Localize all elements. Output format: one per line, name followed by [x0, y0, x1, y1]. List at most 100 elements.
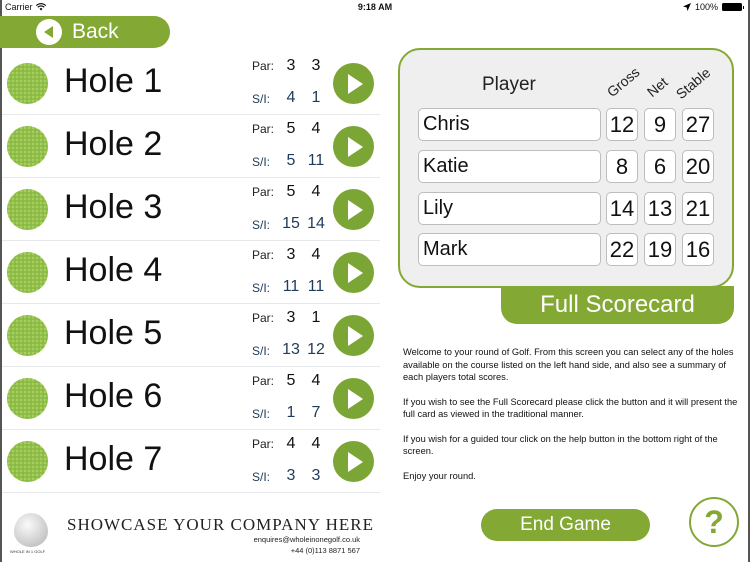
sponsor-banner: WHOLE IN 1 GOLF SHOWCASE YOUR COMPANY HE… — [2, 505, 380, 562]
hole-name: Hole 4 — [64, 251, 163, 289]
column-header-player: Player — [482, 74, 536, 95]
stroke-index-value-2: 1 — [311, 89, 321, 106]
stroke-index-value-1: 5 — [286, 152, 296, 169]
hole-name: Hole 2 — [64, 125, 163, 163]
play-hole-button[interactable] — [333, 189, 374, 230]
sponsor-phone: +44 (0)113 8871 567 — [290, 546, 360, 555]
par-value-1: 3 — [286, 309, 296, 326]
par-label: Par: — [252, 248, 275, 262]
back-button-label: Back — [72, 20, 119, 43]
stableford-score: 20 — [682, 150, 714, 183]
back-button[interactable]: Back — [0, 16, 170, 48]
status-bar: Carrier 9:18 AM 100% — [0, 0, 750, 16]
info-paragraph: If you wish to see the Full Scorecard pl… — [403, 396, 738, 420]
stroke-index-label: S/I: — [252, 155, 271, 169]
gross-score: 8 — [606, 150, 638, 183]
par-value-1: 5 — [286, 120, 296, 137]
play-hole-button[interactable] — [333, 441, 374, 482]
back-arrow-icon — [36, 19, 62, 45]
play-hole-button[interactable] — [333, 252, 374, 293]
stroke-index-label: S/I: — [252, 470, 271, 484]
stroke-index-label: S/I: — [252, 218, 271, 232]
stroke-index-value-2: 11 — [307, 152, 325, 169]
par-value-2: 4 — [311, 120, 321, 137]
player-name-field: Katie — [418, 150, 601, 183]
par-value-1: 3 — [286, 57, 296, 74]
hole-name: Hole 1 — [64, 62, 163, 100]
full-scorecard-button[interactable]: Full Scorecard — [501, 286, 734, 324]
par-label: Par: — [252, 59, 275, 73]
hole-name: Hole 7 — [64, 440, 163, 478]
battery-percent: 100% — [694, 2, 718, 12]
player-name-field: Lily — [418, 192, 601, 225]
hole-row[interactable]: Hole 7 Par: 4 4 S/I: 3 3 — [2, 430, 380, 493]
par-value-2: 4 — [311, 435, 321, 452]
holes-list[interactable]: Hole 1 Par: 3 3 S/I: 4 1 Hole 2 Par: 5 4 S/I: 5 11 Hol… — [2, 52, 380, 502]
golf-ball-icon — [7, 441, 48, 482]
stroke-index-label: S/I: — [252, 344, 271, 358]
golf-ball-icon — [7, 378, 48, 419]
player-score-row: Mark 22 19 16 — [418, 233, 730, 267]
stroke-index-value-2: 14 — [307, 215, 325, 232]
play-hole-button[interactable] — [333, 378, 374, 419]
stableford-score: 21 — [682, 192, 714, 225]
hole-row[interactable]: Hole 3 Par: 5 4 S/I: 15 14 — [2, 178, 380, 241]
stroke-index-label: S/I: — [252, 407, 271, 421]
par-value-2: 4 — [311, 372, 321, 389]
par-value-1: 4 — [286, 435, 296, 452]
net-score: 6 — [644, 150, 676, 183]
end-game-button[interactable]: End Game — [481, 509, 650, 541]
status-right: 100% — [682, 2, 744, 12]
battery-icon — [722, 3, 744, 11]
par-label: Par: — [252, 311, 275, 325]
play-hole-button[interactable] — [333, 315, 374, 356]
sponsor-title: SHOWCASE YOUR COMPANY HERE — [67, 515, 375, 534]
golf-ball-icon — [7, 252, 48, 293]
stroke-index-value-1: 1 — [286, 404, 296, 421]
column-header-stable: Stable — [672, 64, 714, 102]
hole-name: Hole 5 — [64, 314, 163, 352]
clock: 9:18 AM — [357, 2, 393, 12]
stroke-index-value-2: 7 — [311, 404, 321, 421]
par-label: Par: — [252, 374, 275, 388]
location-arrow-icon — [682, 3, 691, 11]
golf-ball-icon — [7, 63, 48, 104]
hole-row[interactable]: Hole 6 Par: 5 4 S/I: 1 7 — [2, 367, 380, 430]
hole-row[interactable]: Hole 5 Par: 3 1 S/I: 13 12 — [2, 304, 380, 367]
play-hole-button[interactable] — [333, 126, 374, 167]
help-button[interactable]: ? — [689, 497, 739, 547]
par-value-2: 4 — [311, 246, 321, 263]
par-value-2: 4 — [311, 183, 321, 200]
hole-row[interactable]: Hole 4 Par: 3 4 S/I: 11 11 — [2, 241, 380, 304]
golf-ball-icon — [7, 189, 48, 230]
net-score: 13 — [644, 192, 676, 225]
column-header-gross: Gross — [603, 63, 643, 100]
gross-score: 14 — [606, 192, 638, 225]
par-label: Par: — [252, 122, 275, 136]
stroke-index-value-1: 13 — [282, 341, 300, 358]
net-score: 19 — [644, 233, 676, 266]
player-name-field: Mark — [418, 233, 601, 266]
stroke-index-value-1: 4 — [286, 89, 296, 106]
par-value-1: 3 — [286, 246, 296, 263]
hole-row-partial — [2, 493, 380, 502]
stroke-index-value-1: 11 — [282, 278, 300, 295]
player-score-row: Lily 14 13 21 — [418, 192, 730, 226]
player-score-row: Katie 8 6 20 — [418, 150, 730, 184]
hole-row[interactable]: Hole 2 Par: 5 4 S/I: 5 11 — [2, 115, 380, 178]
golf-ball-icon — [7, 315, 48, 356]
play-hole-button[interactable] — [333, 63, 374, 104]
golf-ball-logo-icon — [14, 513, 48, 547]
hole-row[interactable]: Hole 1 Par: 3 3 S/I: 4 1 — [2, 52, 380, 115]
scores-summary-panel: Player Gross Net Stable Chris 12 9 27 Katie 8… — [398, 48, 734, 288]
sponsor-email: enquires@wholeinonegolf.co.uk — [253, 535, 360, 544]
stroke-index-value-1: 3 — [286, 467, 296, 484]
stroke-index-value-1: 15 — [282, 215, 300, 232]
column-header-net: Net — [643, 73, 671, 100]
player-score-row: Chris 12 9 27 — [418, 108, 730, 142]
par-label: Par: — [252, 185, 275, 199]
stroke-index-value-2: 12 — [307, 341, 325, 358]
par-value-2: 3 — [311, 57, 321, 74]
par-value-1: 5 — [286, 183, 296, 200]
net-score: 9 — [644, 108, 676, 141]
